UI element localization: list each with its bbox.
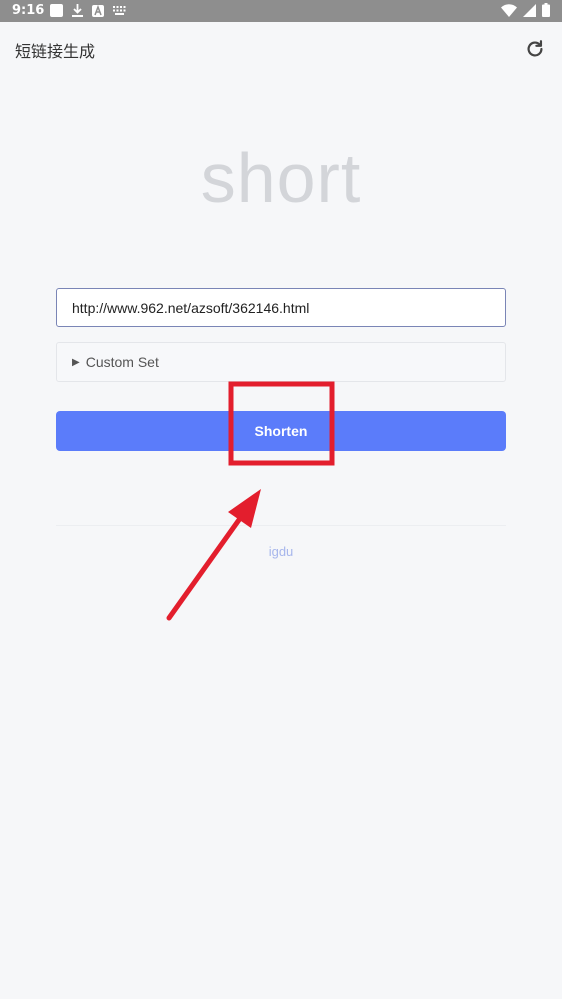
system-icons — [495, 3, 550, 17]
notification-icons — [50, 4, 135, 17]
cellular-signal-icon — [523, 3, 536, 17]
footer-link[interactable]: igdu — [0, 544, 562, 559]
app-a-icon — [92, 4, 104, 17]
app-bar: 短链接生成 — [0, 22, 562, 76]
status-time: 9:16 — [12, 3, 45, 18]
custom-set-label: Custom Set — [85, 354, 159, 370]
refresh-icon[interactable] — [524, 38, 546, 60]
shorten-button[interactable]: Shorten — [56, 411, 506, 451]
app-title: 短链接生成 — [15, 42, 96, 61]
annotation-arrow — [166, 507, 249, 621]
battery-icon — [542, 3, 550, 17]
logo-text: short — [200, 139, 362, 217]
divider — [56, 525, 506, 526]
wifi-icon — [501, 3, 517, 17]
url-input[interactable] — [56, 288, 506, 327]
download-icon — [72, 4, 83, 17]
custom-set-toggle[interactable]: ▶ Custom Set — [56, 342, 506, 382]
expand-triangle-icon: ▶ — [72, 356, 80, 368]
annotation-arrowhead — [228, 489, 261, 528]
keyboard-icon — [113, 5, 126, 15]
status-bar: 9:16 — [0, 0, 562, 22]
notification-square-icon — [50, 4, 63, 17]
